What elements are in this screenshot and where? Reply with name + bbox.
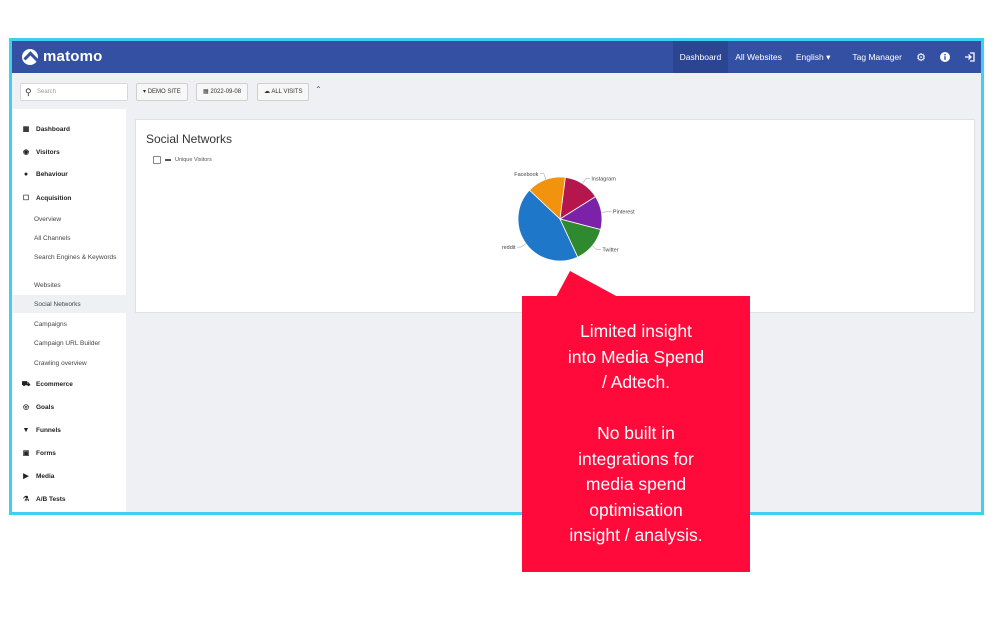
site-label: DEMO SITE: [147, 89, 181, 95]
eye-icon: ◉: [22, 149, 30, 156]
pie-leader-line: [582, 178, 590, 184]
sidebar-item-visitors[interactable]: ◉ Visitors: [12, 143, 126, 161]
logo-text: matomo: [43, 48, 103, 65]
callout-line: integrations for: [578, 448, 694, 469]
segment-label: ALL VISITS: [271, 89, 303, 95]
collapse-chevron-icon[interactable]: ⌃: [315, 85, 322, 94]
app-window: matomo Dashboard All Websites English ▾ …: [9, 38, 984, 515]
calendar-icon: ▦: [203, 89, 209, 95]
sidebar-item-media[interactable]: ▶ Media: [12, 467, 126, 485]
pie-label-twitter: Twitter: [602, 248, 618, 254]
top-nav: Dashboard All Websites English ▾ Tag Man…: [672, 41, 981, 73]
legend-label: Unique Visitors: [175, 157, 212, 163]
flask-icon: ⚗: [22, 496, 30, 503]
callout-line: / Adtech.: [601, 372, 671, 392]
sidebar-item-label: Goals: [36, 403, 55, 411]
report-title: Social Networks: [146, 132, 233, 146]
legend-swatch: [165, 159, 171, 161]
sidebar-item-acquisition[interactable]: ☐ Acquisition: [12, 189, 126, 207]
report-toolbar: ⚲ Search ▾ DEMO SITE ▦ 2022-09-08 ☁ ALL …: [12, 73, 981, 109]
pie-label-instagram: Instagram: [591, 177, 616, 183]
sidebar-menu: ▦ Dashboard ◉ Visitors ● Behaviour ☐ Acquisi…: [12, 109, 126, 512]
sidebar-item-label: Media: [36, 472, 55, 480]
sidebar-item-behaviour[interactable]: ● Behaviour: [12, 165, 126, 183]
sidebar-item-funnels[interactable]: ▼ Funnels: [12, 421, 126, 439]
sidebar-item-campaign-url-builder[interactable]: Campaign URL Builder: [12, 334, 126, 352]
sidebar-item-websites[interactable]: Websites: [12, 276, 126, 294]
gear-icon[interactable]: ⚙: [909, 41, 933, 73]
pie-label-facebook: Facebook: [514, 172, 538, 178]
pie-leader-line: [601, 211, 612, 213]
sidebar-item-label: Dashboard: [36, 125, 70, 133]
search-placeholder: Search: [37, 89, 57, 95]
nav-tag-manager[interactable]: Tag Manager: [845, 41, 909, 73]
nav-language-select[interactable]: English ▾: [789, 41, 838, 73]
nav-dashboard[interactable]: Dashboard: [672, 41, 729, 73]
date-label: 2022-09-08: [210, 89, 242, 95]
callout-line: No built in: [597, 423, 675, 443]
sidebar-item-label: A/B Tests: [36, 495, 66, 503]
social-networks-pie-chart[interactable]: reddit Facebook Instagram Pinterest Twitter: [488, 162, 648, 262]
sidebar-item-label: Forms: [36, 449, 56, 457]
callout-pointer: [556, 271, 618, 297]
segment-selector-button[interactable]: ☁ ALL VISITS: [257, 83, 310, 101]
window-icon: ☐: [22, 195, 30, 202]
site-selector-button[interactable]: ▾ DEMO SITE: [136, 83, 188, 101]
nav-all-websites[interactable]: All Websites: [728, 41, 789, 73]
bell-icon: ●: [23, 170, 29, 178]
callout-line: Limited insight: [580, 321, 692, 341]
search-input[interactable]: ⚲ Search: [20, 83, 128, 101]
sidebar-item-label: Funnels: [36, 426, 61, 434]
sidebar-item-all-channels[interactable]: All Channels: [12, 229, 126, 247]
sidebar-item-forms[interactable]: ▣ Forms: [12, 444, 126, 462]
logout-icon[interactable]: [957, 41, 981, 73]
funnel-icon: ▼: [22, 426, 30, 434]
sidebar-item-ab-tests[interactable]: ⚗ A/B Tests: [12, 490, 126, 508]
grid-icon: ▦: [22, 126, 30, 133]
top-navigation-bar: matomo Dashboard All Websites English ▾ …: [12, 41, 981, 73]
chart-legend[interactable]: Unique Visitors: [153, 156, 212, 164]
sidebar-item-social-networks[interactable]: Social Networks: [12, 295, 126, 313]
sidebar-item-goals[interactable]: ◎ Goals: [12, 398, 126, 416]
sidebar-item-label: Visitors: [36, 148, 60, 156]
pie-leader-line: [517, 243, 527, 248]
target-icon: ◎: [22, 404, 30, 411]
sidebar-item-dashboard[interactable]: ▦ Dashboard: [12, 120, 126, 138]
metric-picker-icon[interactable]: [153, 156, 161, 164]
form-icon: ▣: [22, 450, 30, 457]
segment-icon: ☁: [264, 89, 270, 95]
sidebar-item-label: Ecommerce: [36, 380, 73, 388]
pie-leader-line: [539, 173, 547, 180]
annotation-callout: Limited insight into Media Spend / Adtec…: [522, 296, 750, 572]
sidebar-item-campaigns[interactable]: Campaigns: [12, 315, 126, 333]
media-icon: ▶: [23, 473, 29, 480]
matomo-logo[interactable]: matomo: [22, 48, 103, 65]
callout-line: into Media Spend: [567, 346, 705, 367]
matomo-logo-icon: [22, 48, 38, 65]
cart-icon: ⛟: [21, 380, 31, 388]
sidebar-item-overview[interactable]: Overview: [12, 210, 126, 228]
sidebar-item-crawling-overview[interactable]: Crawling overview: [12, 354, 126, 372]
search-icon: ⚲: [25, 87, 32, 97]
sidebar-item-label: Behaviour: [36, 170, 68, 178]
info-icon[interactable]: [933, 41, 957, 73]
pie-label-reddit: reddit: [502, 245, 516, 251]
callout-line: media spend: [585, 474, 687, 494]
callout-line: insight / analysis.: [569, 525, 703, 545]
pie-leader-line: [592, 245, 601, 250]
date-selector-button[interactable]: ▦ 2022-09-08: [196, 83, 249, 101]
social-networks-report-card: Social Networks Unique Visitors reddit Fa…: [135, 119, 975, 313]
sidebar-item-label: Acquisition: [36, 194, 72, 202]
sidebar-item-ecommerce[interactable]: ⛟ Ecommerce: [12, 375, 126, 393]
sidebar-item-search-engines[interactable]: Search Engines & Keywords: [12, 246, 126, 270]
pie-label-pinterest: Pinterest: [613, 210, 635, 216]
callout-line: optimisation: [589, 499, 683, 520]
